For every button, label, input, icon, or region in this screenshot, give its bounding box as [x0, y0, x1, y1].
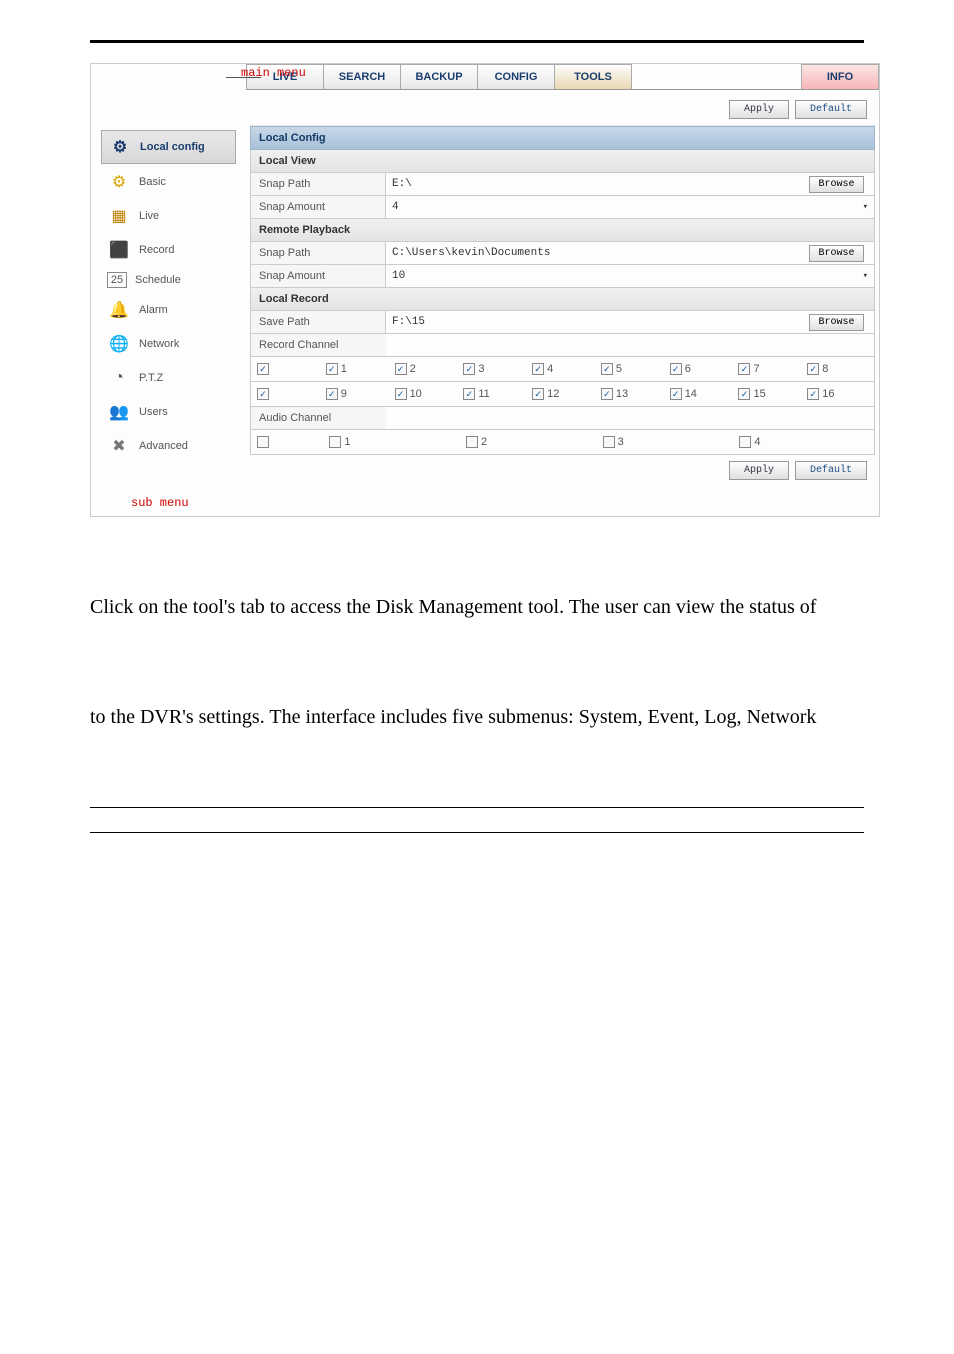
checkbox-ch1[interactable]: [326, 363, 338, 375]
checkbox-audio1[interactable]: [329, 436, 341, 448]
default-button-top[interactable]: Default: [795, 100, 867, 119]
audio-channel-row: 1 2 3 4: [250, 430, 875, 455]
sidebar-item-label: Alarm: [139, 304, 168, 316]
sidebar-item-schedule[interactable]: 25 Schedule: [101, 268, 236, 292]
checkbox-ch3[interactable]: [463, 363, 475, 375]
browse-button[interactable]: Browse: [809, 245, 863, 262]
rp-snap-path-label: Snap Path: [251, 242, 386, 264]
sidebar-item-live[interactable]: ▦ Live: [101, 200, 236, 232]
checkbox-ch14[interactable]: [670, 388, 682, 400]
record-icon: ⬛: [107, 238, 131, 262]
snap-path-label: Snap Path: [251, 173, 386, 195]
section-local-record: Local Record: [250, 288, 875, 311]
browse-button[interactable]: Browse: [809, 314, 863, 331]
snap-amount-label: Snap Amount: [251, 196, 386, 218]
panel-title: Local Config: [250, 126, 875, 150]
sidebar-item-label: P.T.Z: [139, 372, 163, 384]
rp-snap-path-value: C:\Users\kevin\Documents: [386, 242, 799, 264]
checkbox-ch4[interactable]: [532, 363, 544, 375]
tab-info[interactable]: INFO: [801, 64, 879, 89]
sidebar-item-label: Local config: [140, 141, 205, 153]
document-body: Click on the tool's tab to access the Di…: [0, 587, 954, 833]
sidebar: ⚙ Local config ⚙ Basic ▦ Live ⬛ Record 2…: [91, 94, 246, 490]
chevron-down-icon: ▾: [863, 202, 868, 212]
checkbox-ch8[interactable]: [807, 363, 819, 375]
horizontal-rule: [90, 807, 864, 808]
sidebar-item-ptz[interactable]: ◔ P.T.Z: [101, 362, 236, 394]
rp-snap-amount-label: Snap Amount: [251, 265, 386, 287]
screenshot-container: main menu LIVE SEARCH BACKUP CONFIG TOOL…: [0, 63, 954, 517]
record-channel-row: 9 10 11 12 13 14 15 16: [250, 382, 875, 407]
checkbox-ch15[interactable]: [738, 388, 750, 400]
sidebar-item-label: Users: [139, 406, 168, 418]
page-top-rule: [90, 40, 864, 43]
sidebar-item-users[interactable]: 👥 Users: [101, 396, 236, 428]
tab-backup[interactable]: BACKUP: [400, 64, 478, 89]
snap-amount-select[interactable]: 4 ▾: [386, 196, 874, 218]
checkbox-ch16[interactable]: [807, 388, 819, 400]
sidebar-item-label: Live: [139, 210, 159, 222]
default-button-bottom[interactable]: Default: [795, 461, 867, 480]
tab-search[interactable]: SEARCH: [323, 64, 401, 89]
checkbox-ch9[interactable]: [326, 388, 338, 400]
paragraph: Click on the tool's tab to access the Di…: [90, 587, 864, 627]
rp-snap-amount-select[interactable]: 10 ▾: [386, 265, 874, 287]
globe-icon: 🌐: [107, 332, 131, 356]
ptz-icon: ◔: [107, 366, 131, 390]
gear-icon: ⚙: [108, 135, 132, 159]
apply-button-bottom[interactable]: Apply: [729, 461, 789, 480]
checkbox-ch11[interactable]: [463, 388, 475, 400]
calendar-icon: 25: [107, 272, 127, 288]
checkbox-ch12[interactable]: [532, 388, 544, 400]
snap-path-value: E:\: [386, 173, 799, 195]
main-tab-row: LIVE SEARCH BACKUP CONFIG TOOLS INFO: [246, 64, 879, 90]
sidebar-item-label: Advanced: [139, 440, 188, 452]
checkbox-all-row1[interactable]: [257, 363, 269, 375]
app-window: main menu LIVE SEARCH BACKUP CONFIG TOOL…: [90, 63, 880, 517]
checkbox-ch5[interactable]: [601, 363, 613, 375]
sidebar-item-label: Schedule: [135, 274, 181, 286]
sidebar-item-advanced[interactable]: ✖ Advanced: [101, 430, 236, 462]
sidebar-item-record[interactable]: ⬛ Record: [101, 234, 236, 266]
sidebar-item-label: Record: [139, 244, 174, 256]
sidebar-item-label: Basic: [139, 176, 166, 188]
horizontal-rule: [90, 832, 864, 833]
sidebar-item-alarm[interactable]: 🔔 Alarm: [101, 294, 236, 326]
checkbox-audio2[interactable]: [466, 436, 478, 448]
checkbox-all-row2[interactable]: [257, 388, 269, 400]
section-remote-playback: Remote Playback: [250, 219, 875, 242]
grid-icon: ▦: [107, 204, 131, 228]
audio-channel-label: Audio Channel: [251, 407, 386, 429]
chevron-down-icon: ▾: [863, 271, 868, 281]
tab-tools[interactable]: TOOLS: [554, 64, 632, 89]
checkbox-audio4[interactable]: [739, 436, 751, 448]
checkbox-ch2[interactable]: [395, 363, 407, 375]
checkbox-ch7[interactable]: [738, 363, 750, 375]
sidebar-item-label: Network: [139, 338, 179, 350]
checkbox-audio-all[interactable]: [257, 436, 269, 448]
config-panel: Apply Default Local Config Local View Sn…: [246, 94, 879, 490]
apply-button-top[interactable]: Apply: [729, 100, 789, 119]
tools-icon: ✖: [107, 434, 131, 458]
section-local-view: Local View: [250, 150, 875, 173]
sidebar-item-basic[interactable]: ⚙ Basic: [101, 166, 236, 198]
save-path-value: F:\15: [386, 311, 799, 333]
record-channel-label: Record Channel: [251, 334, 386, 356]
gear-icon: ⚙: [107, 170, 131, 194]
bell-icon: 🔔: [107, 298, 131, 322]
checkbox-ch10[interactable]: [395, 388, 407, 400]
sidebar-item-network[interactable]: 🌐 Network: [101, 328, 236, 360]
checkbox-ch6[interactable]: [670, 363, 682, 375]
sidebar-item-local-config[interactable]: ⚙ Local config: [101, 130, 236, 164]
checkbox-audio3[interactable]: [603, 436, 615, 448]
paragraph: to the DVR's settings. The interface inc…: [90, 697, 864, 737]
sub-menu-annotation: sub menu: [91, 490, 879, 516]
users-icon: 👥: [107, 400, 131, 424]
record-channel-row: 1 2 3 4 5 6 7 8: [250, 357, 875, 382]
browse-button[interactable]: Browse: [809, 176, 863, 193]
save-path-label: Save Path: [251, 311, 386, 333]
checkbox-ch13[interactable]: [601, 388, 613, 400]
tab-config[interactable]: CONFIG: [477, 64, 555, 89]
